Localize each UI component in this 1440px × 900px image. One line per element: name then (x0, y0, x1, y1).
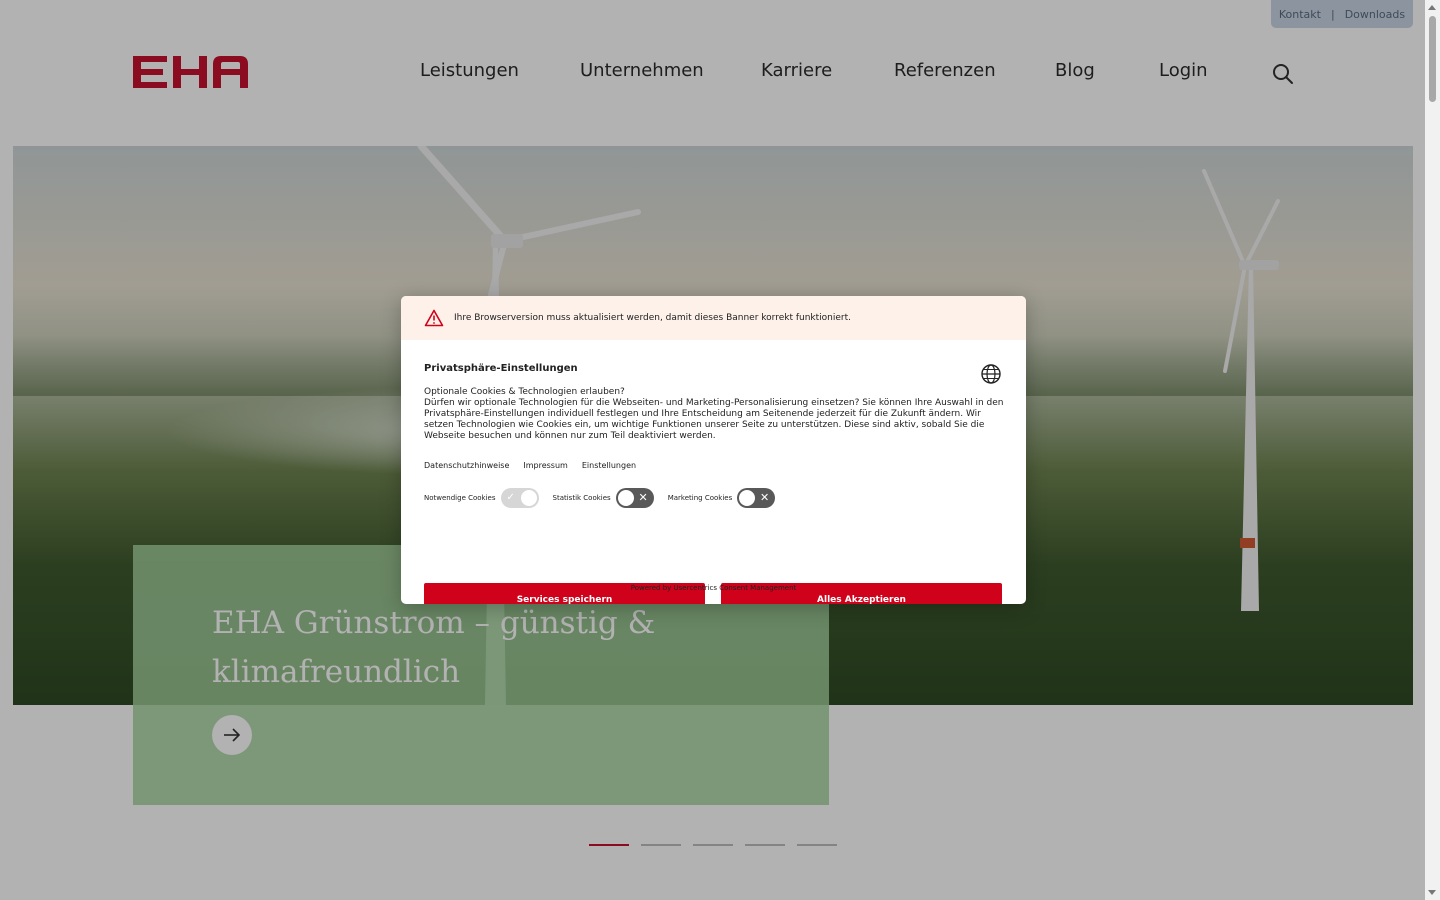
toggle-notwendige-switch: ✓ (500, 488, 539, 508)
consent-description: Optionale Cookies & Technologien erlaube… (424, 387, 1004, 442)
toggle-marketing-label: Marketing Cookies (667, 494, 733, 502)
consent-text: Dürfen wir optionale Technologien für di… (424, 398, 1004, 441)
toggle-marketing-switch[interactable]: ✕ (737, 488, 776, 508)
datenschutz-link[interactable]: Datenschutzhinweise (424, 461, 509, 470)
consent-dialog: Ihre Browserversion muss aktualisiert we… (401, 296, 1026, 604)
toggle-marketing: Marketing Cookies ✕ (668, 488, 776, 508)
powered-by[interactable]: Powered by Usercentrics Consent Manageme… (401, 584, 1026, 592)
close-icon: ✕ (638, 491, 648, 504)
warning-icon (424, 309, 444, 327)
scroll-down-arrow[interactable] (1428, 890, 1436, 895)
consent-links: Datenschutzhinweise Impressum Einstellun… (424, 461, 636, 470)
impressum-link[interactable]: Impressum (523, 461, 567, 470)
toggle-statistik-switch[interactable]: ✕ (615, 488, 654, 508)
toggle-statistik-label: Statistik Cookies (552, 494, 611, 502)
toggle-notwendige: Notwendige Cookies ✓ (424, 488, 539, 508)
consent-toggles: Notwendige Cookies ✓ Statistik Cookies ✕… (424, 488, 789, 508)
toggle-knob (617, 490, 634, 506)
toggle-knob (739, 490, 756, 506)
page-scrollbar[interactable] (1425, 0, 1440, 900)
toggle-statistik: Statistik Cookies ✕ (553, 488, 654, 508)
scroll-up-arrow[interactable] (1428, 5, 1436, 10)
consent-title: Privatsphäre-Einstellungen (424, 363, 578, 374)
consent-question: Optionale Cookies & Technologien erlaube… (424, 387, 625, 397)
close-icon: ✕ (760, 491, 770, 504)
toggle-knob (520, 490, 537, 506)
einstellungen-link[interactable]: Einstellungen (582, 461, 636, 470)
scrollbar-thumb[interactable] (1429, 16, 1436, 102)
check-icon: ✓ (506, 492, 515, 503)
globe-icon[interactable] (980, 363, 1002, 385)
browser-warning-text: Ihre Browserversion muss aktualisiert we… (454, 313, 852, 323)
browser-warning: Ihre Browserversion muss aktualisiert we… (401, 296, 1026, 340)
toggle-notwendige-label: Notwendige Cookies (424, 494, 496, 502)
